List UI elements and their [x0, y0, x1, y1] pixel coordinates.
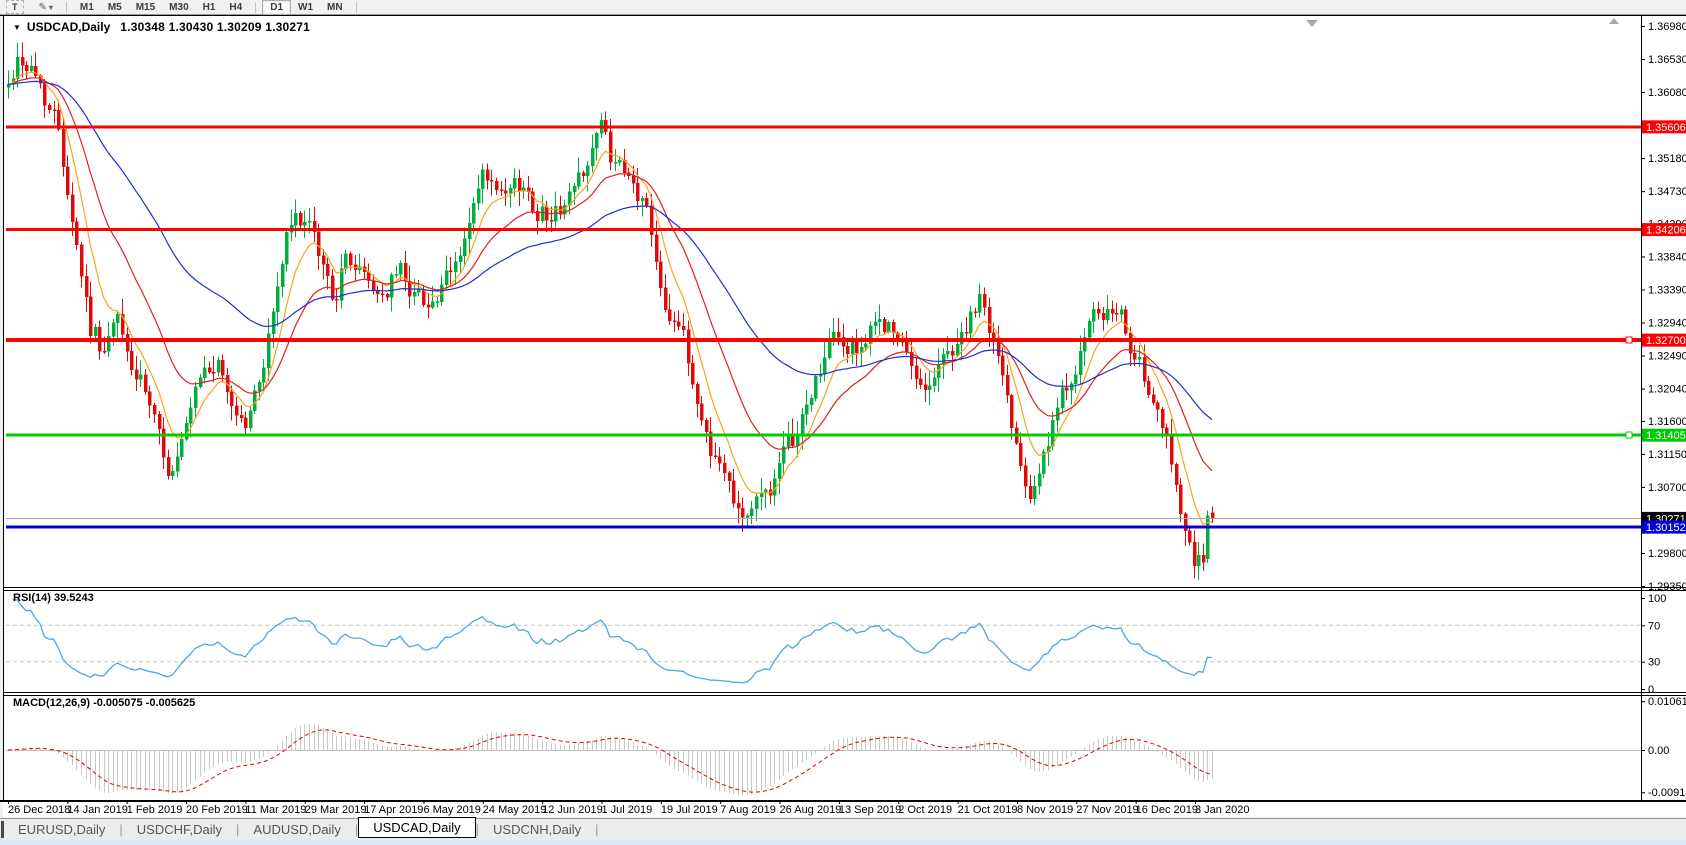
tab-separator: | [595, 822, 599, 837]
chevron-down-icon: ▾ [48, 2, 53, 12]
macd-indicator-label: MACD(12,26,9) -0.005075 -0.005625 [13, 697, 196, 709]
timeframe-button-h1[interactable]: H1 [196, 1, 223, 14]
chart-tab-usdchf[interactable]: USDCHF,Daily [123, 821, 236, 838]
timeframe-button-h4[interactable]: H4 [222, 1, 249, 14]
timeframe-button-d1[interactable]: D1 [262, 0, 292, 15]
chart-title[interactable]: ▼ USDCAD,Daily 1.30348 1.30430 1.30209 1… [13, 20, 310, 34]
toolbar: T ✎ ▾ M1 M5 M15 M30 H1 H4 D1 W1 MN [0, 0, 1686, 15]
timeframe-button-m1[interactable]: M1 [73, 1, 101, 14]
pencil-icon: ✎ [38, 1, 47, 13]
chart-ohlc-values: 1.30348 1.30430 1.30209 1.30271 [120, 20, 310, 34]
text-tool-button[interactable]: T [6, 0, 24, 14]
rsi-panel-area[interactable] [6, 591, 1641, 691]
rsi-indicator-label: RSI(14) 39.5243 [13, 592, 94, 604]
draw-tool-button[interactable]: ✎ ▾ [32, 1, 60, 13]
timeframe-button-m30[interactable]: M30 [162, 1, 195, 14]
chart-title-caret-icon: ▼ [13, 22, 21, 32]
mt4-terminal: T ✎ ▾ M1 M5 M15 M30 H1 H4 D1 W1 MN 1.36980 1.3653… [0, 0, 1686, 845]
chart-tab-usdcad[interactable]: USDCAD,Daily [358, 817, 476, 838]
price-axis-area[interactable] [1642, 16, 1686, 800]
toolbar-separator [255, 1, 257, 13]
chart-tab-bar: EURUSD,Daily | USDCHF,Daily | AUDUSD,Daily | U… [0, 817, 1686, 840]
timeframe-group: M1 M5 M15 M30 H1 H4 D1 W1 MN [73, 0, 363, 15]
price-chart-area[interactable] [6, 16, 1641, 586]
timeframe-button-mn[interactable]: MN [320, 1, 350, 14]
chart-tab-eurusd[interactable]: EURUSD,Daily [4, 821, 119, 838]
chart-tab-usdcnh[interactable]: USDCNH,Daily [479, 821, 595, 838]
toolbar-separator [65, 1, 67, 13]
macd-panel-area[interactable] [6, 696, 1641, 799]
timeframe-button-w1[interactable]: W1 [291, 1, 320, 14]
timeframe-button-m5[interactable]: M5 [101, 1, 129, 14]
chart-tab-audusd[interactable]: AUDUSD,Daily [239, 821, 354, 838]
chart-symbol-label: USDCAD,Daily [26, 20, 111, 34]
timeframe-button-m15[interactable]: M15 [129, 1, 162, 14]
toolbar-separator [355, 1, 357, 13]
status-bar [0, 840, 1686, 845]
time-axis-area[interactable] [0, 801, 1641, 817]
